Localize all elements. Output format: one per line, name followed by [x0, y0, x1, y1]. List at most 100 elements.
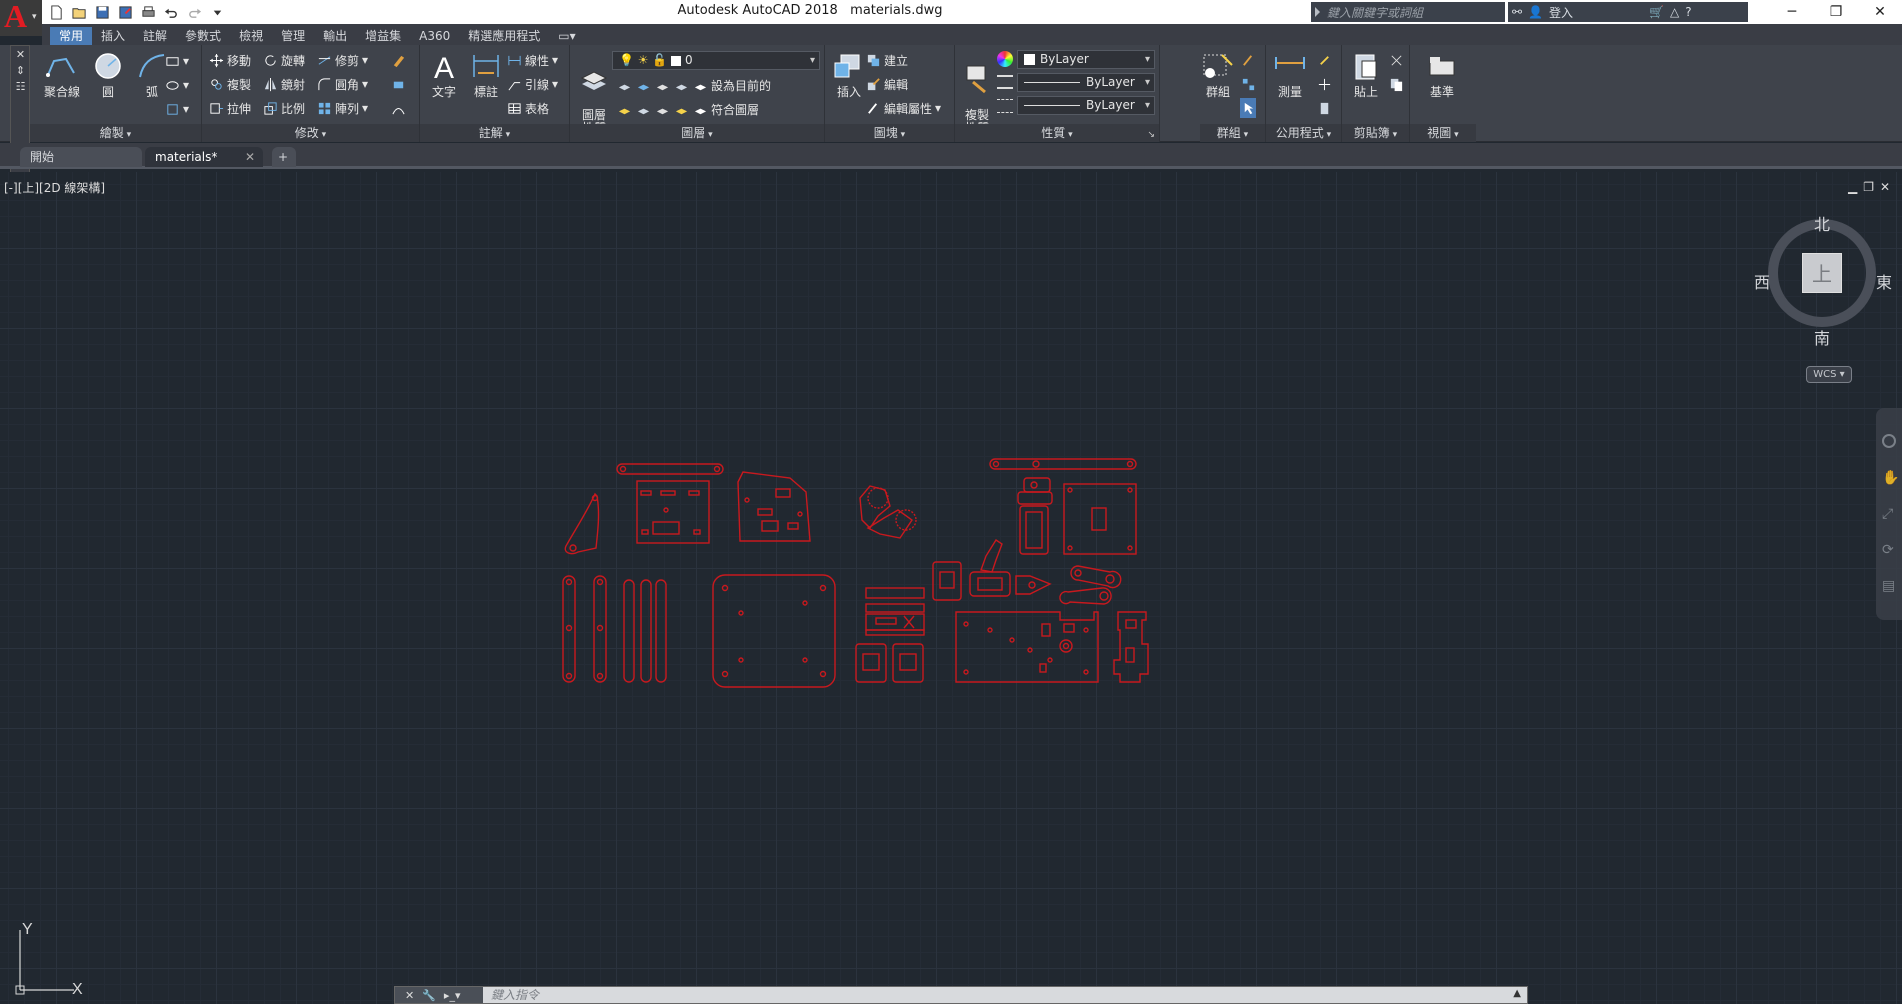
polyline-button[interactable]: 聚合線: [40, 51, 84, 100]
restore-icon[interactable]: ❐: [1814, 0, 1858, 24]
fillet-button[interactable]: 圓角 ▾: [316, 74, 368, 94]
rectangle-button[interactable]: ▾: [164, 51, 189, 71]
login-button[interactable]: 登入: [1549, 4, 1573, 21]
chevron-up-icon[interactable]: ▲: [1513, 988, 1521, 999]
annotation-panel-title[interactable]: 註解: [420, 124, 569, 142]
utilities-panel-title[interactable]: 公用程式: [1266, 124, 1341, 142]
tab-insert[interactable]: 插入: [92, 27, 134, 45]
compass-north[interactable]: 北: [1814, 211, 1830, 235]
point-button[interactable]: [1316, 74, 1332, 94]
create-block-button[interactable]: 建立: [865, 50, 908, 70]
explode-button[interactable]: [390, 74, 406, 94]
clipboard-panel-title[interactable]: 剪貼簿: [1342, 124, 1409, 142]
binoculars-icon[interactable]: ⚯: [1512, 5, 1522, 19]
cut-button[interactable]: [1388, 50, 1404, 70]
new-tab-button[interactable]: +: [272, 147, 296, 167]
lineweight-dropdown[interactable]: ByLayer: [1017, 96, 1155, 115]
text-button[interactable]: A 文字: [422, 51, 466, 100]
command-history-icon[interactable]: ▸_▾: [444, 989, 461, 1002]
minimize-icon[interactable]: ─: [1770, 0, 1814, 24]
restore-viewport-icon[interactable]: ❐: [1863, 180, 1874, 194]
scale-button[interactable]: 比例: [262, 98, 305, 118]
linear-dimension-button[interactable]: 線性 ▾: [506, 50, 558, 70]
paste-button[interactable]: 貼上: [1344, 51, 1388, 100]
layer-properties-button[interactable]: 圖層 性質: [572, 51, 616, 135]
block-panel-title[interactable]: 圖塊: [825, 124, 954, 142]
groups-panel-title[interactable]: 群組: [1200, 124, 1265, 142]
tab-materials[interactable]: materials* ✕: [145, 147, 263, 167]
new-file-icon[interactable]: [48, 4, 65, 21]
layer-dropdown[interactable]: 💡 ☀ 🔓 0: [612, 51, 820, 70]
open-folder-icon[interactable]: [71, 4, 88, 21]
copy-button[interactable]: 複製: [208, 74, 251, 94]
compass-west[interactable]: 西: [1754, 269, 1770, 293]
measure-button[interactable]: 測量: [1268, 51, 1312, 100]
boundary-button[interactable]: ▾: [164, 99, 189, 119]
modify-panel-title[interactable]: 修改: [202, 124, 419, 142]
layer-unlock-icon[interactable]: [673, 101, 689, 117]
group-button[interactable]: 群組: [1200, 51, 1236, 100]
layer-lock-icon[interactable]: [673, 77, 689, 93]
wrench-icon[interactable]: 🔧: [422, 989, 436, 1002]
group-edit-button[interactable]: [1240, 50, 1256, 70]
save-as-icon[interactable]: [117, 4, 134, 21]
zoom-extents-icon[interactable]: ⤢: [1882, 506, 1893, 522]
layer-on-icon[interactable]: [616, 101, 632, 117]
viewcube[interactable]: 上 北 南 東 西: [1754, 205, 1894, 355]
user-icon[interactable]: 👤: [1528, 5, 1543, 19]
hatch-button[interactable]: ▾: [164, 75, 189, 95]
linetype-icon[interactable]: [997, 75, 1013, 89]
base-view-button[interactable]: 基準: [1420, 51, 1464, 100]
layer-thaw-icon[interactable]: [654, 101, 670, 117]
stretch-button[interactable]: 拉伸: [208, 98, 251, 118]
tab-a360[interactable]: A360: [410, 27, 459, 45]
ribbon-options-icon[interactable]: ▭▾: [549, 27, 584, 45]
color-wheel-icon[interactable]: [997, 51, 1013, 67]
calculator-button[interactable]: [1316, 98, 1332, 118]
minimize-viewport-icon[interactable]: ▁: [1848, 180, 1857, 194]
panel-launcher-icon[interactable]: ↘: [1147, 130, 1155, 140]
layers-panel-title[interactable]: 圖層: [570, 124, 824, 142]
view-panel-title[interactable]: 視圖: [1410, 124, 1476, 142]
expand-icon[interactable]: [1315, 7, 1320, 17]
offset-button[interactable]: [390, 98, 406, 118]
layer-off-icon[interactable]: [616, 77, 632, 93]
undo-icon[interactable]: [163, 4, 180, 21]
save-icon[interactable]: [94, 4, 111, 21]
tab-parametric[interactable]: 參數式: [176, 27, 230, 45]
layer-isolate-icon[interactable]: [635, 77, 651, 93]
orbit-icon[interactable]: ⟳: [1882, 542, 1894, 558]
copy-clip-button[interactable]: [1388, 74, 1404, 94]
print-icon[interactable]: [140, 4, 157, 21]
help-icon[interactable]: ?: [1685, 5, 1691, 19]
redo-icon[interactable]: [186, 4, 203, 21]
lineweight-icon[interactable]: [997, 99, 1013, 113]
pan-icon[interactable]: ✋: [1882, 470, 1899, 486]
edit-attributes-button[interactable]: 編輯屬性 ▾: [865, 98, 941, 118]
match-layer-button[interactable]: 符合圖層: [711, 101, 759, 118]
circle-button[interactable]: 圓: [86, 51, 130, 100]
array-button[interactable]: 陣列 ▾: [316, 98, 368, 118]
linetype-dropdown[interactable]: ByLayer: [1017, 73, 1155, 92]
command-input[interactable]: 鍵入指令: [483, 987, 1527, 1003]
close-viewport-icon[interactable]: ✕: [1880, 180, 1890, 194]
application-menu-button[interactable]: A ▾: [0, 0, 42, 36]
close-icon[interactable]: ✕: [1858, 0, 1902, 24]
draw-panel-title[interactable]: 繪製: [30, 124, 201, 142]
dimension-button[interactable]: 標註: [464, 51, 508, 100]
edit-block-button[interactable]: 編輯: [865, 74, 908, 94]
close-icon[interactable]: ✕: [14, 48, 27, 61]
steering-wheel-icon[interactable]: [1882, 434, 1896, 448]
drawing-canvas[interactable]: [0, 172, 1902, 1004]
tab-view[interactable]: 檢視: [230, 27, 272, 45]
rotate-button[interactable]: 旋轉: [262, 50, 305, 70]
search-input[interactable]: 鍵入關鍵字或詞組: [1311, 2, 1505, 22]
close-icon[interactable]: ✕: [405, 989, 414, 1002]
quick-select-button[interactable]: [1316, 50, 1332, 70]
viewport-controls[interactable]: [-][上][2D 線架構]: [4, 179, 105, 196]
properties-icon[interactable]: ☷: [14, 80, 27, 93]
close-tab-icon[interactable]: ✕: [245, 147, 255, 167]
group-select-toggle[interactable]: [1240, 98, 1256, 118]
trim-button[interactable]: 修剪 ▾: [316, 50, 368, 70]
cart-icon[interactable]: 🛒: [1649, 5, 1664, 19]
